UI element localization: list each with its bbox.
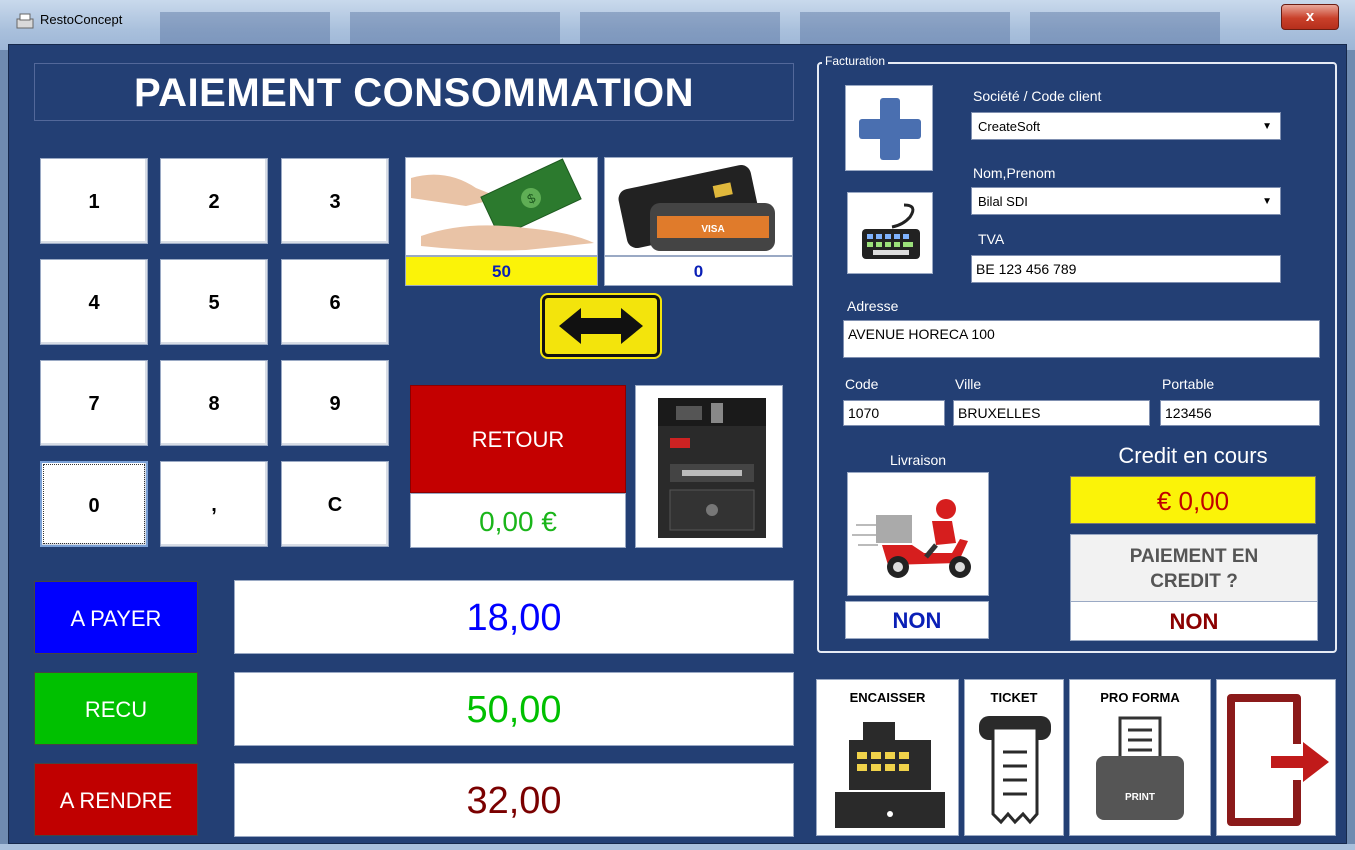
page-title: PAIEMENT CONSOMMATION <box>34 63 794 121</box>
a-rendre-label: A RENDRE <box>34 763 198 836</box>
ville-field[interactable]: BRUXELLES <box>953 400 1150 426</box>
credit-label: Credit en cours <box>1118 443 1268 468</box>
chevron-down-icon: ▼ <box>1262 121 1272 132</box>
credit-choice-button[interactable]: NON <box>1070 601 1318 641</box>
key-8[interactable]: 8 <box>160 360 268 446</box>
swap-button[interactable] <box>542 295 660 357</box>
encaisser-label: ENCAISSER <box>849 690 926 705</box>
adresse-field[interactable]: AVENUE HORECA 100 <box>843 320 1320 358</box>
pro-forma-label: PRO FORMA <box>1100 690 1180 705</box>
title-bar <box>0 0 1355 52</box>
ville-label: Ville <box>955 376 982 392</box>
window-title: RestoConcept <box>40 12 123 27</box>
cash-machine-button[interactable] <box>635 385 783 548</box>
exit-button[interactable] <box>1216 679 1336 836</box>
credit-card-icon: VISA <box>618 165 775 251</box>
app-icon <box>16 13 34 29</box>
chevron-down-icon: ▼ <box>1262 196 1272 207</box>
a-rendre-value: 32,00 <box>234 763 794 837</box>
cash-register-icon <box>835 722 945 828</box>
nom-label: Nom,Prenom <box>973 165 1056 181</box>
add-client-button[interactable] <box>845 85 933 171</box>
key-comma[interactable]: , <box>160 461 268 547</box>
credit-question-line2: CREDIT ? <box>1150 571 1238 592</box>
nom-value: Bilal SDI <box>978 194 1028 209</box>
livraison-label: Livraison <box>889 452 947 468</box>
key-4[interactable]: 4 <box>40 259 148 345</box>
ticket-button[interactable]: TICKET <box>964 679 1064 836</box>
societe-select[interactable]: CreateSoft ▼ <box>971 112 1281 140</box>
key-5[interactable]: 5 <box>160 259 268 345</box>
societe-value: CreateSoft <box>978 119 1041 134</box>
printer-icon: PRINT <box>1096 716 1184 820</box>
delivery-scooter-icon <box>852 499 971 578</box>
key-9[interactable]: 9 <box>281 360 389 446</box>
code-label: Code <box>845 376 879 392</box>
print-text: PRINT <box>1125 792 1155 803</box>
facturation-legend: Facturation <box>822 54 889 68</box>
cash-value: 50 <box>405 256 598 286</box>
card-payment-button[interactable]: VISA <box>604 157 793 256</box>
ticket-label: TICKET <box>990 690 1038 705</box>
a-payer-label: A PAYER <box>34 581 198 654</box>
receipt-icon <box>979 716 1051 825</box>
keyboard-icon <box>862 203 920 259</box>
pro-forma-button[interactable]: PRO FORMA PRINT <box>1069 679 1211 836</box>
key-clear[interactable]: C <box>281 461 389 547</box>
retour-value: 0,00 € <box>410 493 626 548</box>
plus-icon <box>859 98 921 160</box>
cash-machine-icon <box>658 398 766 538</box>
credit-value: € 0,00 <box>1070 476 1316 524</box>
key-1[interactable]: 1 <box>40 158 148 244</box>
close-button[interactable]: x <box>1281 4 1339 30</box>
keyboard-button[interactable] <box>847 192 933 274</box>
tva-label: TVA <box>978 231 1005 247</box>
exit-icon <box>1227 694 1329 826</box>
nom-select[interactable]: Bilal SDI ▼ <box>971 187 1281 215</box>
code-field[interactable]: 1070 <box>843 400 945 426</box>
retour-button[interactable]: RETOUR <box>410 385 626 493</box>
double-arrow-icon <box>559 308 643 344</box>
livraison-button[interactable] <box>847 472 989 596</box>
portable-field[interactable]: 123456 <box>1160 400 1320 426</box>
cash-payment-button[interactable]: $ <box>405 157 598 256</box>
key-7[interactable]: 7 <box>40 360 148 446</box>
key-6[interactable]: 6 <box>281 259 389 345</box>
portable-label: Portable <box>1162 376 1215 392</box>
key-0[interactable]: 0 <box>40 461 148 547</box>
a-payer-value: 18,00 <box>234 580 794 654</box>
credit-question: PAIEMENT EN CREDIT ? <box>1070 534 1318 604</box>
card-value: 0 <box>604 256 793 286</box>
livraison-value[interactable]: NON <box>845 601 989 639</box>
tva-field[interactable]: BE 123 456 789 <box>971 255 1281 283</box>
key-2[interactable]: 2 <box>160 158 268 244</box>
cash-hand-icon: $ <box>411 158 594 251</box>
adresse-label: Adresse <box>847 298 899 314</box>
societe-label: Société / Code client <box>973 88 1102 104</box>
key-3[interactable]: 3 <box>281 158 389 244</box>
credit-question-line1: PAIEMENT EN <box>1129 546 1259 567</box>
encaisser-button[interactable]: ENCAISSER <box>816 679 959 836</box>
window-frame <box>0 844 1355 850</box>
recu-value: 50,00 <box>234 672 794 746</box>
recu-label: RECU <box>34 672 198 745</box>
card-brand-label: VISA <box>701 224 724 235</box>
